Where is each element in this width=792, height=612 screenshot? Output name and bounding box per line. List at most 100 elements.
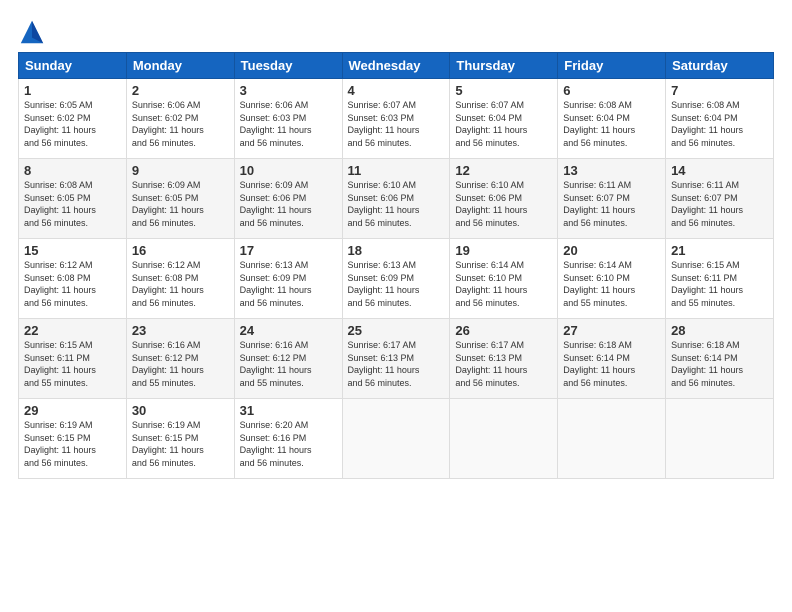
calendar-cell: 15Sunrise: 6:12 AM Sunset: 6:08 PM Dayli…: [19, 239, 127, 319]
calendar-cell: 6Sunrise: 6:08 AM Sunset: 6:04 PM Daylig…: [558, 79, 666, 159]
week-row-1: 1Sunrise: 6:05 AM Sunset: 6:02 PM Daylig…: [19, 79, 774, 159]
day-info: Sunrise: 6:09 AM Sunset: 6:05 PM Dayligh…: [132, 179, 229, 229]
calendar-cell: 22Sunrise: 6:15 AM Sunset: 6:11 PM Dayli…: [19, 319, 127, 399]
day-info: Sunrise: 6:14 AM Sunset: 6:10 PM Dayligh…: [455, 259, 552, 309]
day-number: 29: [24, 403, 121, 418]
week-row-2: 8Sunrise: 6:08 AM Sunset: 6:05 PM Daylig…: [19, 159, 774, 239]
day-number: 2: [132, 83, 229, 98]
day-info: Sunrise: 6:06 AM Sunset: 6:03 PM Dayligh…: [240, 99, 337, 149]
day-info: Sunrise: 6:18 AM Sunset: 6:14 PM Dayligh…: [563, 339, 660, 389]
weekday-header-tuesday: Tuesday: [234, 53, 342, 79]
week-row-5: 29Sunrise: 6:19 AM Sunset: 6:15 PM Dayli…: [19, 399, 774, 479]
calendar-cell: [666, 399, 774, 479]
day-info: Sunrise: 6:07 AM Sunset: 6:04 PM Dayligh…: [455, 99, 552, 149]
weekday-header-wednesday: Wednesday: [342, 53, 450, 79]
day-info: Sunrise: 6:14 AM Sunset: 6:10 PM Dayligh…: [563, 259, 660, 309]
weekday-header-friday: Friday: [558, 53, 666, 79]
calendar-cell: 1Sunrise: 6:05 AM Sunset: 6:02 PM Daylig…: [19, 79, 127, 159]
day-info: Sunrise: 6:06 AM Sunset: 6:02 PM Dayligh…: [132, 99, 229, 149]
calendar-cell: 14Sunrise: 6:11 AM Sunset: 6:07 PM Dayli…: [666, 159, 774, 239]
week-row-3: 15 Sunrise: 6:12 AM Sunset: 6:08 PM Dayli…: [19, 239, 774, 319]
day-number: 21: [671, 243, 768, 258]
page-container: SundayMondayTuesdayWednesdayThursdayFrid…: [0, 0, 792, 489]
day-number: 12: [455, 163, 552, 178]
calendar-cell: 20Sunrise: 6:14 AM Sunset: 6:10 PM Dayli…: [558, 239, 666, 319]
day-info: Sunrise: 6:07 AM Sunset: 6:03 PM Dayligh…: [348, 99, 445, 149]
logo: [18, 18, 50, 46]
weekday-header-row: SundayMondayTuesdayWednesdayThursdayFrid…: [19, 53, 774, 79]
day-info: Sunrise: 6:15 AM Sunset: 6:11 PM Dayligh…: [24, 339, 121, 389]
day-number: 4: [348, 83, 445, 98]
day-info: Sunrise: 6:13 AM Sunset: 6:09 PM Dayligh…: [348, 259, 445, 309]
day-number: 20: [563, 243, 660, 258]
day-info: Sunrise: 6:08 AM Sunset: 6:05 PM Dayligh…: [24, 179, 121, 229]
calendar-cell: 11Sunrise: 6:10 AM Sunset: 6:06 PM Dayli…: [342, 159, 450, 239]
day-number: 11: [348, 163, 445, 178]
calendar-cell: 25Sunrise: 6:17 AM Sunset: 6:13 PM Dayli…: [342, 319, 450, 399]
day-info: Sunrise: 6:19 AM Sunset: 6:15 PM Dayligh…: [24, 419, 121, 469]
calendar-cell: 9Sunrise: 6:09 AM Sunset: 6:05 PM Daylig…: [126, 159, 234, 239]
day-number: 27: [563, 323, 660, 338]
day-number: 3: [240, 83, 337, 98]
day-number: 8: [24, 163, 121, 178]
day-number: 28: [671, 323, 768, 338]
calendar-cell: 2Sunrise: 6:06 AM Sunset: 6:02 PM Daylig…: [126, 79, 234, 159]
calendar-table: SundayMondayTuesdayWednesdayThursdayFrid…: [18, 52, 774, 479]
day-number: 13: [563, 163, 660, 178]
calendar-cell: 3Sunrise: 6:06 AM Sunset: 6:03 PM Daylig…: [234, 79, 342, 159]
day-info: Sunrise: 6:17 AM Sunset: 6:13 PM Dayligh…: [455, 339, 552, 389]
weekday-header-thursday: Thursday: [450, 53, 558, 79]
weekday-header-sunday: Sunday: [19, 53, 127, 79]
calendar-cell: [450, 399, 558, 479]
day-info: Sunrise: 6:20 AM Sunset: 6:16 PM Dayligh…: [240, 419, 337, 469]
day-number: 9: [132, 163, 229, 178]
day-number: 14: [671, 163, 768, 178]
header: [18, 18, 774, 46]
day-number: 1: [24, 83, 121, 98]
day-info: Sunrise: 6:19 AM Sunset: 6:15 PM Dayligh…: [132, 419, 229, 469]
day-info: Sunrise: 6:08 AM Sunset: 6:04 PM Dayligh…: [563, 99, 660, 149]
day-info: Sunrise: 6:09 AM Sunset: 6:06 PM Dayligh…: [240, 179, 337, 229]
day-info: Sunrise: 6:11 AM Sunset: 6:07 PM Dayligh…: [563, 179, 660, 229]
day-number: 16: [132, 243, 229, 258]
calendar-cell: 24Sunrise: 6:16 AM Sunset: 6:12 PM Dayli…: [234, 319, 342, 399]
calendar-cell: 13Sunrise: 6:11 AM Sunset: 6:07 PM Dayli…: [558, 159, 666, 239]
logo-icon: [18, 18, 46, 46]
day-info: Sunrise: 6:16 AM Sunset: 6:12 PM Dayligh…: [132, 339, 229, 389]
day-info: Sunrise: 6:17 AM Sunset: 6:13 PM Dayligh…: [348, 339, 445, 389]
day-info: Sunrise: 6:15 AM Sunset: 6:11 PM Dayligh…: [671, 259, 768, 309]
day-number: 23: [132, 323, 229, 338]
calendar-cell: 28Sunrise: 6:18 AM Sunset: 6:14 PM Dayli…: [666, 319, 774, 399]
day-info: Sunrise: 6:16 AM Sunset: 6:12 PM Dayligh…: [240, 339, 337, 389]
calendar-cell: 19Sunrise: 6:14 AM Sunset: 6:10 PM Dayli…: [450, 239, 558, 319]
day-number: 15: [24, 243, 121, 258]
day-info: Sunrise: 6:12 AM Sunset: 6:08 PM Dayligh…: [132, 259, 229, 309]
calendar-cell: 5Sunrise: 6:07 AM Sunset: 6:04 PM Daylig…: [450, 79, 558, 159]
day-info: Sunrise: 6:08 AM Sunset: 6:04 PM Dayligh…: [671, 99, 768, 149]
calendar-cell: 31Sunrise: 6:20 AM Sunset: 6:16 PM Dayli…: [234, 399, 342, 479]
calendar-cell: 27Sunrise: 6:18 AM Sunset: 6:14 PM Dayli…: [558, 319, 666, 399]
weekday-header-saturday: Saturday: [666, 53, 774, 79]
calendar-cell: [558, 399, 666, 479]
week-row-4: 22Sunrise: 6:15 AM Sunset: 6:11 PM Dayli…: [19, 319, 774, 399]
day-info: Sunrise: 6:11 AM Sunset: 6:07 PM Dayligh…: [671, 179, 768, 229]
day-number: 26: [455, 323, 552, 338]
day-info: Sunrise: 6:05 AM Sunset: 6:02 PM Dayligh…: [24, 99, 121, 149]
calendar-cell: 8Sunrise: 6:08 AM Sunset: 6:05 PM Daylig…: [19, 159, 127, 239]
day-number: 31: [240, 403, 337, 418]
calendar-cell: 7Sunrise: 6:08 AM Sunset: 6:04 PM Daylig…: [666, 79, 774, 159]
calendar-cell: 17Sunrise: 6:13 AM Sunset: 6:09 PM Dayli…: [234, 239, 342, 319]
day-number: 5: [455, 83, 552, 98]
day-info: Sunrise: 6:18 AM Sunset: 6:14 PM Dayligh…: [671, 339, 768, 389]
day-number: 25: [348, 323, 445, 338]
day-number: 17: [240, 243, 337, 258]
day-number: 19: [455, 243, 552, 258]
calendar-cell: 23Sunrise: 6:16 AM Sunset: 6:12 PM Dayli…: [126, 319, 234, 399]
calendar-cell: 12Sunrise: 6:10 AM Sunset: 6:06 PM Dayli…: [450, 159, 558, 239]
calendar-cell: 10Sunrise: 6:09 AM Sunset: 6:06 PM Dayli…: [234, 159, 342, 239]
calendar-cell: 29Sunrise: 6:19 AM Sunset: 6:15 PM Dayli…: [19, 399, 127, 479]
calendar-cell: 16Sunrise: 6:12 AM Sunset: 6:08 PM Dayli…: [126, 239, 234, 319]
day-number: 30: [132, 403, 229, 418]
day-number: 7: [671, 83, 768, 98]
day-number: 18: [348, 243, 445, 258]
